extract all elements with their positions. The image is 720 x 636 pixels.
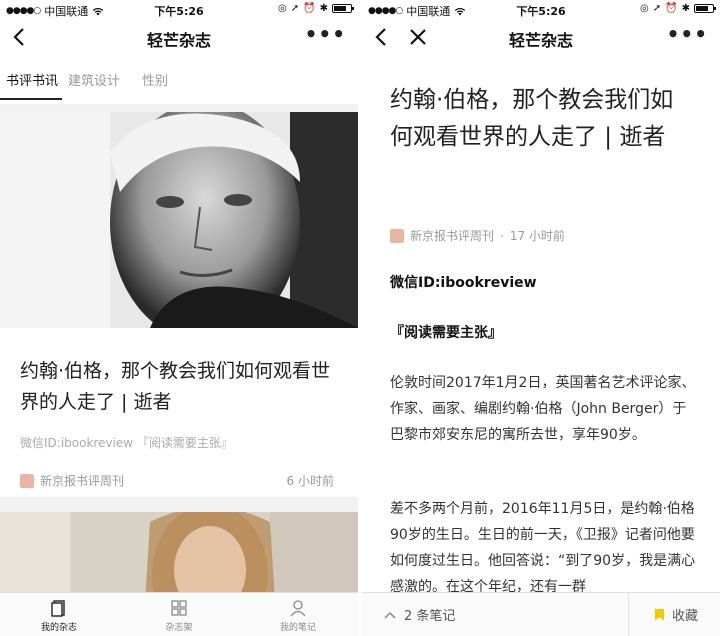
source-avatar: [20, 473, 34, 488]
article-paragraph: 差不多两个月前，2016年11月5日，是约翰·伯格90岁的生日。生日的前一天，《…: [390, 501, 696, 595]
notes-button[interactable]: 2 条笔记: [384, 605, 455, 624]
lock-rotation-icon: ◎: [640, 3, 649, 14]
tab-book-review[interactable]: 书评书讯: [6, 70, 58, 89]
article-card-excerpt: 微信ID:ibookreview 『阅读需要主张』: [20, 436, 233, 450]
status-bar: ●●●●○ 中国联通 下午5:26 ◎ ➚ ⏰ ✱: [0, 0, 358, 18]
lock-rotation-icon: ◎: [278, 3, 287, 14]
more-icon[interactable]: •••: [667, 24, 708, 44]
source-name: 新京报书评周刊: [40, 474, 125, 488]
bluetooth-icon: ✱: [681, 3, 690, 14]
tab-gender[interactable]: 性别: [142, 70, 168, 89]
article-card-title[interactable]: 约翰·伯格，那个教会我们如何观看世界的人走了 | 逝者: [20, 356, 338, 418]
article-paragraph: 伦敦时间2017年1月2日，英国著名艺术评论家、作家、画家、编剧约翰·伯格（Jo…: [390, 375, 696, 443]
chevron-up-icon: [384, 611, 396, 619]
source-avatar: [390, 228, 404, 243]
location-icon: ➚: [652, 3, 662, 14]
grid-icon: [171, 600, 187, 616]
status-bar: ●●●●○ 中国联通 下午5:26 ◎ ➚ ⏰ ✱: [362, 0, 720, 18]
user-icon: [290, 600, 306, 617]
favorite-label: 收藏: [671, 609, 698, 624]
magazine-icon: [51, 600, 65, 617]
footer-divider: [628, 593, 629, 636]
nav-bar: 轻芒杂志 •••: [0, 18, 358, 58]
tab-architecture[interactable]: 建筑设计: [68, 70, 120, 89]
article-detail-screen: ●●●●○ 中国联通 下午5:26 ◎ ➚ ⏰ ✱ 轻芒杂志 ••• 约翰·伯格…: [362, 0, 720, 636]
bottom-tab-bar: 我的杂志 杂志架 我的笔记: [0, 592, 358, 636]
article-time: 17 小时前: [509, 229, 565, 243]
battery-icon: [332, 4, 354, 13]
bookmark-icon: [654, 608, 664, 621]
article-slogan: 『阅读需要主张』: [390, 325, 502, 341]
article-wechat-id: 微信ID:ibookreview: [390, 275, 537, 291]
tab-magazine-shelf[interactable]: 杂志架: [139, 599, 219, 633]
article-card-time: 6 小时前: [286, 474, 334, 488]
tab-my-magazines[interactable]: 我的杂志: [19, 599, 99, 633]
article-footer-bar: 2 条笔记 收藏: [362, 592, 720, 636]
article-title: 约翰·伯格，那个教会我们如何观看世界的人走了 | 逝者: [390, 87, 674, 150]
source-name[interactable]: 新京报书评周刊: [410, 227, 494, 244]
magazine-feed-screen: ●●●●○ 中国联通 下午5:26 ◎ ➚ ⏰ ✱ 轻芒杂志 ••• 书评书讯 …: [0, 0, 358, 636]
alarm-icon: ⏰: [665, 3, 678, 14]
more-icon[interactable]: •••: [305, 24, 346, 44]
alarm-icon: ⏰: [303, 3, 316, 14]
article-meta: 新京报书评周刊 · 17 小时前: [390, 227, 565, 244]
article-card[interactable]: [0, 512, 358, 602]
meta-separator: ·: [500, 228, 504, 243]
favorite-button[interactable]: 收藏: [654, 605, 698, 624]
category-tabs: 书评书讯 建筑设计 性别: [0, 64, 358, 100]
nav-bar: 轻芒杂志 •••: [362, 18, 720, 58]
notes-label: 2 条笔记: [404, 609, 456, 624]
tab-my-notes[interactable]: 我的笔记: [258, 599, 338, 633]
article-card-source: 新京报书评周刊: [20, 472, 124, 489]
battery-icon: [694, 4, 716, 13]
active-tab-indicator: [0, 98, 62, 100]
bluetooth-icon: ✱: [319, 3, 328, 14]
article-cover-image: [0, 112, 358, 328]
feed-list: 约翰·伯格，那个教会我们如何观看世界的人走了 | 逝者 微信ID:ibookre…: [0, 104, 358, 602]
article-card[interactable]: 约翰·伯格，那个教会我们如何观看世界的人走了 | 逝者 微信ID:ibookre…: [0, 112, 358, 497]
location-icon: ➚: [290, 3, 300, 14]
article-cover-image: [0, 512, 358, 602]
